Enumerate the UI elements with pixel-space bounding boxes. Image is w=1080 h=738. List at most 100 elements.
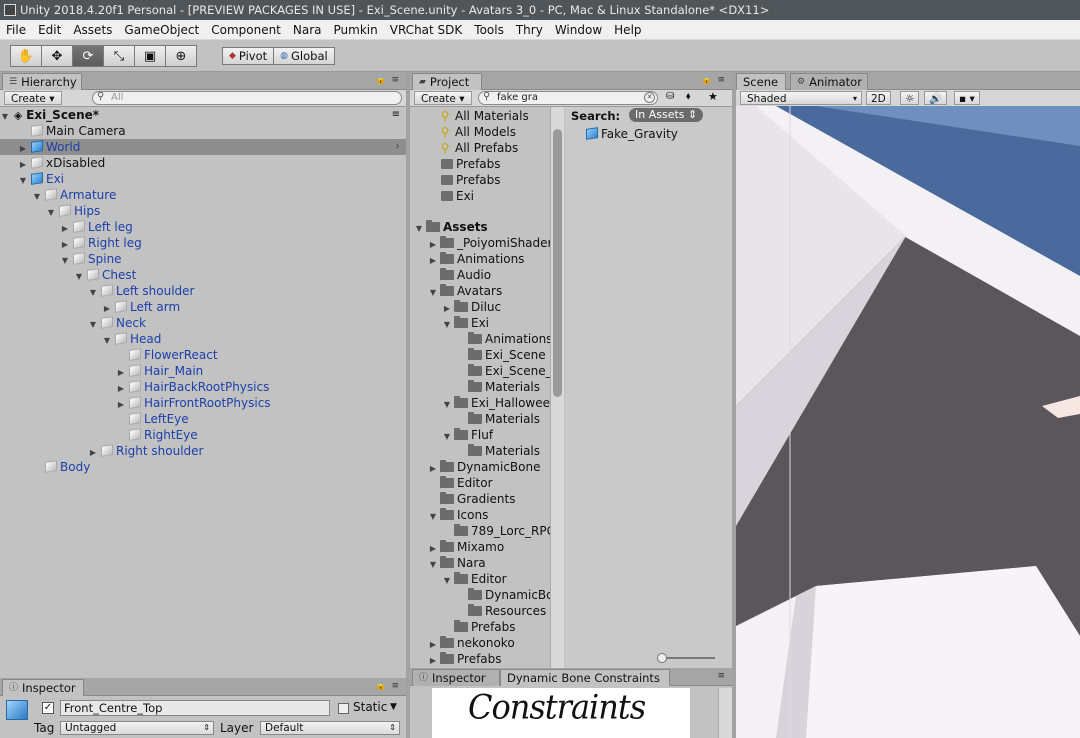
favorite-item[interactable]: ⚲ All Prefabs [438, 140, 519, 156]
asset-folder-row[interactable]: ▶ Mixamo [428, 539, 504, 555]
asset-folder-row[interactable]: ▼ Avatars [428, 283, 502, 299]
expanded-arrow-icon[interactable]: ▼ [442, 429, 452, 445]
hierarchy-row[interactable]: ▼ Head [0, 331, 406, 347]
hierarchy-row[interactable]: ▼ Hips [0, 203, 406, 219]
hierarchy-row[interactable]: ▶ World › [0, 139, 406, 155]
asset-folder-row[interactable]: ▼ Fluf [442, 427, 493, 443]
project-tree-scrollbar[interactable] [550, 107, 564, 668]
hierarchy-row[interactable]: ▶ Right shoulder [0, 443, 406, 459]
toggle-2d-button[interactable]: 2D [866, 91, 891, 105]
favorite-star-icon[interactable]: ★ [708, 90, 718, 103]
asset-folder-row[interactable]: Audio [428, 267, 491, 283]
inspector-menu-icon[interactable]: 🔒 ≡ [375, 681, 400, 691]
shading-mode-dropdown[interactable]: Shaded ▾ [740, 91, 862, 105]
menu-item-gameobject[interactable]: GameObject [124, 23, 199, 37]
search-result-item[interactable]: Fake_Gravity [583, 126, 678, 142]
hand-tool-button[interactable]: ✋ [10, 45, 42, 67]
menu-item-assets[interactable]: Assets [73, 23, 112, 37]
asset-folder-row[interactable]: ▶ Prefabs [428, 651, 502, 667]
tab-scene[interactable]: Scene [736, 73, 786, 90]
asset-folder-row[interactable]: Resources [456, 603, 546, 619]
asset-folder-row[interactable]: ▼ Exi [442, 315, 489, 331]
hierarchy-row[interactable]: ▼ Armature [0, 187, 406, 203]
search-scope-button[interactable]: In Assets ⇕ [629, 108, 704, 122]
scene-root-row[interactable]: ▼ ◈ Exi_Scene* ≡ [0, 107, 406, 123]
asset-folder-row[interactable]: ▼ Exi_Halloween [442, 395, 550, 411]
tab-inspector-secondary[interactable]: ⓘ Inspector [412, 669, 500, 686]
menu-item-pumkin[interactable]: Pumkin [334, 23, 378, 37]
hierarchy-row[interactable]: ▼ Exi [0, 171, 406, 187]
hierarchy-row[interactable]: ▼ Spine [0, 251, 406, 267]
asset-folder-row[interactable]: ▶ Diluc [442, 299, 501, 315]
hierarchy-row[interactable]: ▼ Chest [0, 267, 406, 283]
hierarchy-row[interactable]: ▼ Neck [0, 315, 406, 331]
audio-toggle-button[interactable]: 🔊 [924, 91, 948, 105]
hierarchy-row[interactable]: FlowerReact [0, 347, 406, 363]
asset-folder-row[interactable]: Animations [456, 331, 550, 347]
asset-folder-row[interactable]: ▼ Icons [428, 507, 488, 523]
expanded-arrow-icon[interactable]: ▼ [442, 397, 452, 413]
menu-item-window[interactable]: Window [555, 23, 602, 37]
open-prefab-chevron-icon[interactable]: › [395, 139, 400, 155]
favorite-item[interactable]: Prefabs [438, 172, 501, 188]
project-search-input[interactable]: ⚲ fake gra ✕ [478, 91, 658, 105]
lower-panel-scrollbar[interactable] [718, 688, 732, 738]
move-tool-button[interactable]: ✥ [41, 45, 73, 67]
asset-folder-row[interactable]: Exi_Scene_ [456, 363, 550, 379]
panel-menu-icon[interactable]: 🔒 ≡ [375, 75, 400, 85]
assets-collapse-arrow-icon[interactable]: ▼ [414, 221, 424, 237]
static-dropdown-icon[interactable]: ▼ [390, 702, 397, 712]
menu-item-thry[interactable]: Thry [516, 23, 543, 37]
scale-tool-button[interactable]: ⤡ [103, 45, 135, 67]
asset-folder-row[interactable]: Exi_Scene [456, 347, 546, 363]
favorite-item[interactable]: Exi [438, 188, 474, 204]
asset-folder-row[interactable]: ▶ nekonoko [428, 635, 515, 651]
tab-hierarchy[interactable]: ☰ Hierarchy [2, 73, 82, 90]
rect-tool-button[interactable]: ▣ [134, 45, 166, 67]
hierarchy-search-input[interactable]: ⚲ All [92, 91, 402, 105]
lighting-toggle-button[interactable]: ☼ [900, 91, 920, 105]
expanded-arrow-icon[interactable]: ▼ [442, 317, 452, 333]
menu-item-edit[interactable]: Edit [38, 23, 61, 37]
menu-item-component[interactable]: Component [211, 23, 281, 37]
project-panel-menu-icon[interactable]: 🔒 ≡ [701, 75, 726, 85]
asset-folder-row[interactable]: ▶ _PoiyomiShader [428, 235, 550, 251]
expanded-arrow-icon[interactable]: ▼ [428, 557, 438, 573]
menu-item-tools[interactable]: Tools [474, 23, 504, 37]
hierarchy-row[interactable]: ▶ Right leg [0, 235, 406, 251]
asset-folder-row[interactable]: Prefabs [442, 619, 516, 635]
favorite-item[interactable]: Prefabs [438, 156, 501, 172]
asset-folder-row[interactable]: 789_Lorc_RPG [442, 523, 550, 539]
menu-item-nara[interactable]: Nara [293, 23, 322, 37]
tab-project[interactable]: ▰ Project [412, 73, 482, 90]
asset-folder-row[interactable]: Editor [428, 475, 493, 491]
asset-folder-row[interactable]: ▼ Nara [428, 555, 486, 571]
hierarchy-row[interactable]: ▼ Left shoulder [0, 283, 406, 299]
lower-panel-menu-icon[interactable]: ≡ [717, 671, 726, 681]
hierarchy-row[interactable]: ▶ Hair_Main [0, 363, 406, 379]
menu-item-vrchat-sdk[interactable]: VRChat SDK [390, 23, 463, 37]
hierarchy-row[interactable]: ▶ HairBackRootPhysics [0, 379, 406, 395]
expanded-arrow-icon[interactable]: ▼ [428, 509, 438, 525]
clear-search-icon[interactable]: ✕ [644, 92, 655, 103]
static-checkbox[interactable] [338, 703, 349, 714]
hierarchy-row[interactable]: ▶ Left arm [0, 299, 406, 315]
global-toggle-button[interactable]: ◍ Global [273, 47, 335, 65]
asset-folder-row[interactable]: ▶ Animations [428, 251, 524, 267]
expanded-arrow-icon[interactable]: ▼ [428, 285, 438, 301]
filter-label-icon[interactable]: ⬧ [686, 91, 691, 102]
asset-folder-row[interactable]: ▼ Editor [442, 571, 507, 587]
icon-size-slider[interactable] [659, 657, 715, 659]
scene-menu-icon[interactable]: ≡ [392, 107, 400, 123]
hierarchy-create-button[interactable]: Create ▾ [4, 91, 62, 105]
tab-inspector[interactable]: ⓘ Inspector [2, 679, 84, 696]
asset-folder-row[interactable]: Materials [456, 411, 540, 427]
expanded-arrow-icon[interactable]: ▼ [442, 573, 452, 589]
hierarchy-row[interactable]: LeftEye [0, 411, 406, 427]
project-create-button[interactable]: Create ▾ [414, 91, 472, 105]
collapsed-arrow-icon[interactable]: ▶ [428, 653, 438, 668]
menu-item-file[interactable]: File [6, 23, 26, 37]
favorite-item[interactable]: ⚲ All Models [438, 124, 516, 140]
effects-toggle-button[interactable]: ▪ ▾ [954, 91, 980, 105]
hierarchy-row[interactable]: ▶ xDisabled [0, 155, 406, 171]
